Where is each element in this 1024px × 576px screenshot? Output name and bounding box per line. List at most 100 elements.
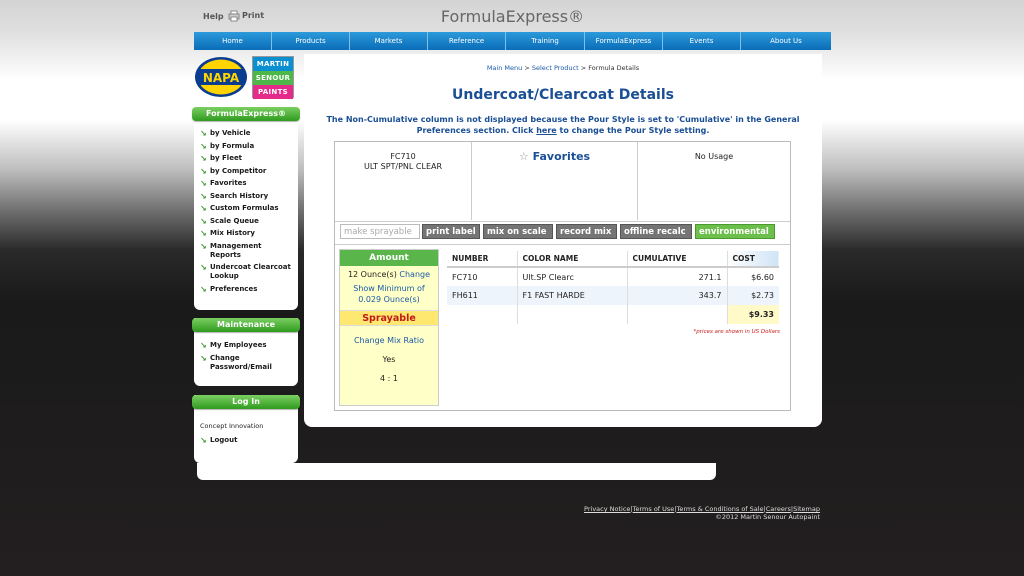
table-total-row: $9.33	[447, 305, 779, 324]
total-cost: $9.33	[727, 305, 779, 324]
page-title: Undercoat/Clearcoat Details	[452, 87, 674, 103]
footer-careers[interactable]: Careers	[766, 505, 791, 513]
nav-markets[interactable]: Markets	[350, 32, 428, 50]
menu-my-employees[interactable]: ↘ My Employees	[200, 341, 292, 350]
top-bar: Help Print FormulaExpress®	[194, 0, 831, 32]
sprayable-value: Yes	[382, 355, 396, 364]
nav-home[interactable]: Home	[194, 32, 272, 50]
maintenance-panel-title: Maintenance	[192, 318, 300, 332]
nav-products[interactable]: Products	[272, 32, 350, 50]
footer-terms-of-use[interactable]: Terms of Use	[633, 505, 675, 513]
maintenance-panel: Maintenance ↘ My Employees ↘ Change Passwo…	[192, 318, 300, 386]
arrow-icon: ↘	[200, 141, 207, 151]
footer-terms-conditions[interactable]: Terms & Conditions of Sale	[677, 505, 764, 513]
menu-search-history[interactable]: ↘ Search History	[200, 192, 292, 201]
environmental-button[interactable]: environmental	[695, 224, 775, 239]
make-sprayable-button[interactable]: make sprayable	[340, 224, 420, 239]
msp-logo: MARTIN SENOUR PAINTS	[252, 56, 294, 99]
menu-custom-formulas[interactable]: ↘ Custom Formulas	[200, 204, 292, 213]
nav-events[interactable]: Events	[663, 32, 741, 50]
amount-panel: Amount 12 Ounce(s) Change Show Minimum o…	[339, 249, 439, 406]
lower-content-bar	[197, 463, 716, 480]
show-minimum-link[interactable]: Show Minimum of 0.029 Ounce(s)	[340, 283, 438, 305]
formula-table: NUMBER COLOR NAME CUMULATIVE COST FC710 …	[447, 251, 779, 324]
table-row: FH611 F1 FAST HARDE 343.7 $2.73	[447, 286, 779, 305]
arrow-icon: ↘	[200, 166, 207, 176]
logout-link[interactable]: ↘ Logout	[200, 436, 292, 445]
nav-reference[interactable]: Reference	[428, 32, 506, 50]
menu-by-competitor[interactable]: ↘ by Competitor	[200, 167, 292, 176]
arrow-icon: ↘	[200, 204, 207, 213]
cell-color-name: Ult.SP Clearc	[517, 267, 628, 286]
arrow-icon: ↘	[200, 284, 207, 294]
menu-by-vehicle[interactable]: ↘ by Vehicle	[200, 129, 292, 138]
menu-preferences[interactable]: ↘ Preferences	[200, 285, 292, 294]
footer-copyright: ©2012 Martin Senour Autopaint	[715, 513, 820, 521]
price-currency-note: *prices are shown in US Dollars	[693, 329, 780, 335]
menu-mix-history[interactable]: ↘ Mix History	[200, 229, 292, 238]
pour-style-notice: The Non-Cumulative column is not display…	[326, 115, 800, 135]
print-label-button[interactable]: print label	[422, 224, 480, 239]
change-amount-link[interactable]: Change	[399, 270, 430, 279]
table-row: FC710 Ult.SP Clearc 271.1 $6.60	[447, 267, 779, 286]
mix-on-scale-button[interactable]: mix on scale	[483, 224, 553, 239]
breadcrumb-current: Formula Details	[588, 64, 640, 72]
nav-training[interactable]: Training	[506, 32, 585, 50]
menu-by-fleet[interactable]: ↘ by Fleet	[200, 154, 292, 163]
footer: Privacy Notice|Terms of Use|Terms & Cond…	[520, 505, 820, 521]
company-name: Concept Innovation	[200, 422, 264, 430]
nav-formulaexpress[interactable]: FormulaExpress	[585, 32, 663, 50]
amount-quantity: 12 Ounce(s)	[347, 270, 397, 279]
here-link[interactable]: here	[536, 126, 557, 135]
usage-text: No Usage	[694, 152, 734, 161]
col-number: NUMBER	[447, 251, 518, 268]
menu-favorites[interactable]: ↘ Favorites	[200, 179, 292, 188]
record-mix-button[interactable]: record mix	[556, 224, 617, 239]
action-buttons: make sprayable print label mix on scale …	[335, 221, 790, 245]
formulaexpress-panel: FormulaExpress® ↘ by Vehicle ↘ by Formula …	[192, 107, 300, 310]
cell-cumulative: 271.1	[627, 267, 728, 286]
cell-cost: $6.60	[751, 272, 774, 282]
arrow-icon: ↘	[200, 229, 207, 238]
arrow-icon: ↘	[200, 191, 207, 201]
login-panel: Log In Concept Innovation ↘ Logout	[192, 395, 300, 463]
usage-cell: No Usage	[638, 142, 790, 220]
menu-by-formula[interactable]: ↘ by Formula	[200, 142, 292, 151]
offline-recalc-button[interactable]: offline recalc	[620, 224, 692, 239]
footer-sitemap[interactable]: Sitemap	[793, 505, 820, 513]
arrow-icon: ↘	[200, 353, 207, 363]
cell-cumulative: 343.7	[627, 286, 728, 305]
cell-number: FH611	[447, 286, 518, 305]
favorites-cell: ☆ Favorites	[472, 142, 638, 220]
brand-title: FormulaExpress®	[440, 7, 585, 26]
arrow-icon: ↘	[200, 154, 207, 163]
cell-color-name: F1 FAST HARDE	[517, 286, 628, 305]
menu-scale-queue[interactable]: ↘ Scale Queue	[200, 217, 292, 226]
nav-about-us[interactable]: About Us	[741, 32, 831, 50]
formulaexpress-panel-title: FormulaExpress®	[192, 107, 300, 121]
formula-info-cell: FC710 ULT SPT/PNL CLEAR	[335, 142, 472, 220]
col-cumulative: CUMULATIVE	[627, 251, 728, 268]
cell-cost: $2.73	[727, 286, 779, 305]
mix-ratio: 4 : 1	[380, 374, 398, 383]
arrow-icon: ↘	[200, 241, 207, 251]
arrow-icon: ↘	[200, 179, 207, 188]
cell-number: FC710	[447, 267, 518, 286]
breadcrumb-main-menu[interactable]: Main Menu	[487, 64, 522, 72]
menu-change-password[interactable]: ↘ Change Password/Email	[200, 354, 292, 372]
formula-name: ULT SPT/PNL CLEAR	[363, 162, 443, 171]
arrow-icon: ↘	[200, 341, 207, 350]
col-cost: COST	[727, 251, 779, 268]
breadcrumb-select-product[interactable]: Select Product	[532, 64, 579, 72]
arrow-icon: ↘	[200, 263, 207, 272]
menu-management-reports[interactable]: ↘ Management Reports	[200, 242, 292, 260]
star-icon: ☆	[518, 150, 529, 163]
sprayable-header: Sprayable	[340, 310, 438, 326]
arrow-icon: ↘	[200, 436, 207, 445]
change-mix-ratio-link[interactable]: Change Mix Ratio	[340, 335, 438, 346]
footer-privacy-notice[interactable]: Privacy Notice	[584, 505, 630, 513]
favorites-toggle[interactable]: ☆ Favorites	[472, 150, 637, 163]
breadcrumb: Main Menu > Select Product > Formula Det…	[486, 64, 640, 72]
menu-undercoat-clearcoat-lookup[interactable]: ↘ Undercoat Clearcoat Lookup	[200, 263, 292, 281]
formula-detail-box: FC710 ULT SPT/PNL CLEAR ☆ Favorites No U…	[334, 141, 791, 411]
